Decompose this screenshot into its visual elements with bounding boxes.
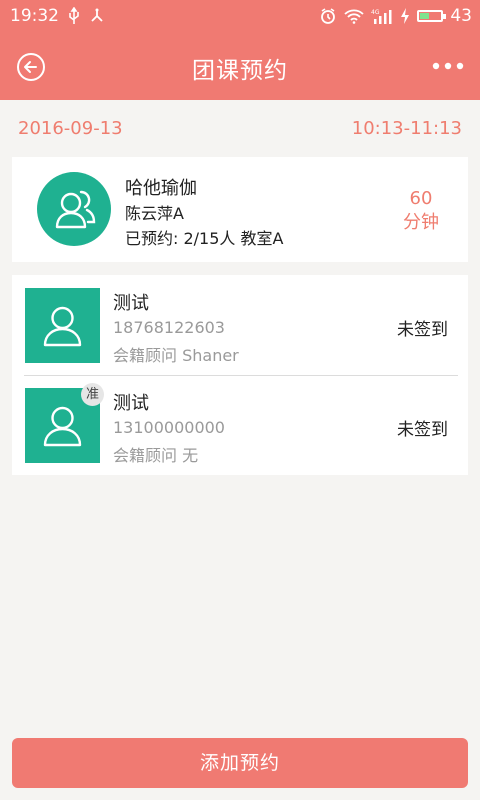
session-datetime: 2016-09-13 10:13-11:13 (18, 118, 462, 142)
checkin-status: 未签到 (397, 420, 448, 440)
app-bar: 团课预约 (0, 32, 480, 100)
session-time-range: 10:13-11:13 (351, 118, 462, 139)
svg-text:4G: 4G (371, 9, 380, 16)
duration-value: 60 (409, 188, 433, 209)
charging-icon (400, 8, 410, 24)
member-advisor: 会籍顾问 无 (113, 446, 199, 465)
member-name: 测试 (113, 393, 149, 414)
course-duration: 60 分钟 (396, 187, 446, 235)
session-date: 2016-09-13 (18, 118, 123, 139)
booking-summary: 已预约: 2/15人 教室A (125, 229, 284, 248)
member-name: 测试 (113, 293, 149, 314)
usb-icon (67, 7, 81, 25)
member-advisor: 会籍顾问 Shaner (113, 346, 239, 365)
list-item[interactable]: 准 测试 13100000000 会籍顾问 无 未签到 (12, 375, 468, 475)
add-booking-button[interactable]: 添加预约 (12, 738, 468, 788)
page-title: 团课预约 (192, 58, 288, 84)
member-avatar (25, 288, 100, 363)
duration-unit: 分钟 (403, 212, 439, 233)
share-icon (89, 8, 105, 24)
more-button[interactable] (432, 55, 464, 77)
status-time: 19:32 (10, 6, 59, 26)
person-icon (43, 306, 82, 347)
checkin-status: 未签到 (397, 320, 448, 340)
member-badge: 准 (81, 383, 104, 406)
alarm-icon (319, 7, 337, 25)
group-people-icon (55, 190, 96, 229)
member-phone: 13100000000 (113, 418, 225, 437)
battery-level: 43 (450, 6, 472, 26)
battery-icon (417, 10, 447, 22)
more-dots-icon (432, 62, 464, 70)
wifi-icon (344, 8, 364, 24)
coach-name: 陈云萍A (125, 204, 184, 223)
signal-icon: 4G (371, 8, 393, 24)
course-card: 哈他瑜伽 陈云萍A 已预约: 2/15人 教室A 60 分钟 (12, 157, 468, 262)
member-phone: 18768122603 (113, 318, 225, 337)
list-item[interactable]: 测试 18768122603 会籍顾问 Shaner 未签到 (12, 275, 468, 376)
course-name: 哈他瑜伽 (125, 178, 197, 199)
status-bar: 19:32 4G 43 (0, 0, 480, 32)
member-list: 测试 18768122603 会籍顾问 Shaner 未签到 准 测试 1310… (12, 275, 468, 475)
group-avatar (37, 172, 111, 246)
